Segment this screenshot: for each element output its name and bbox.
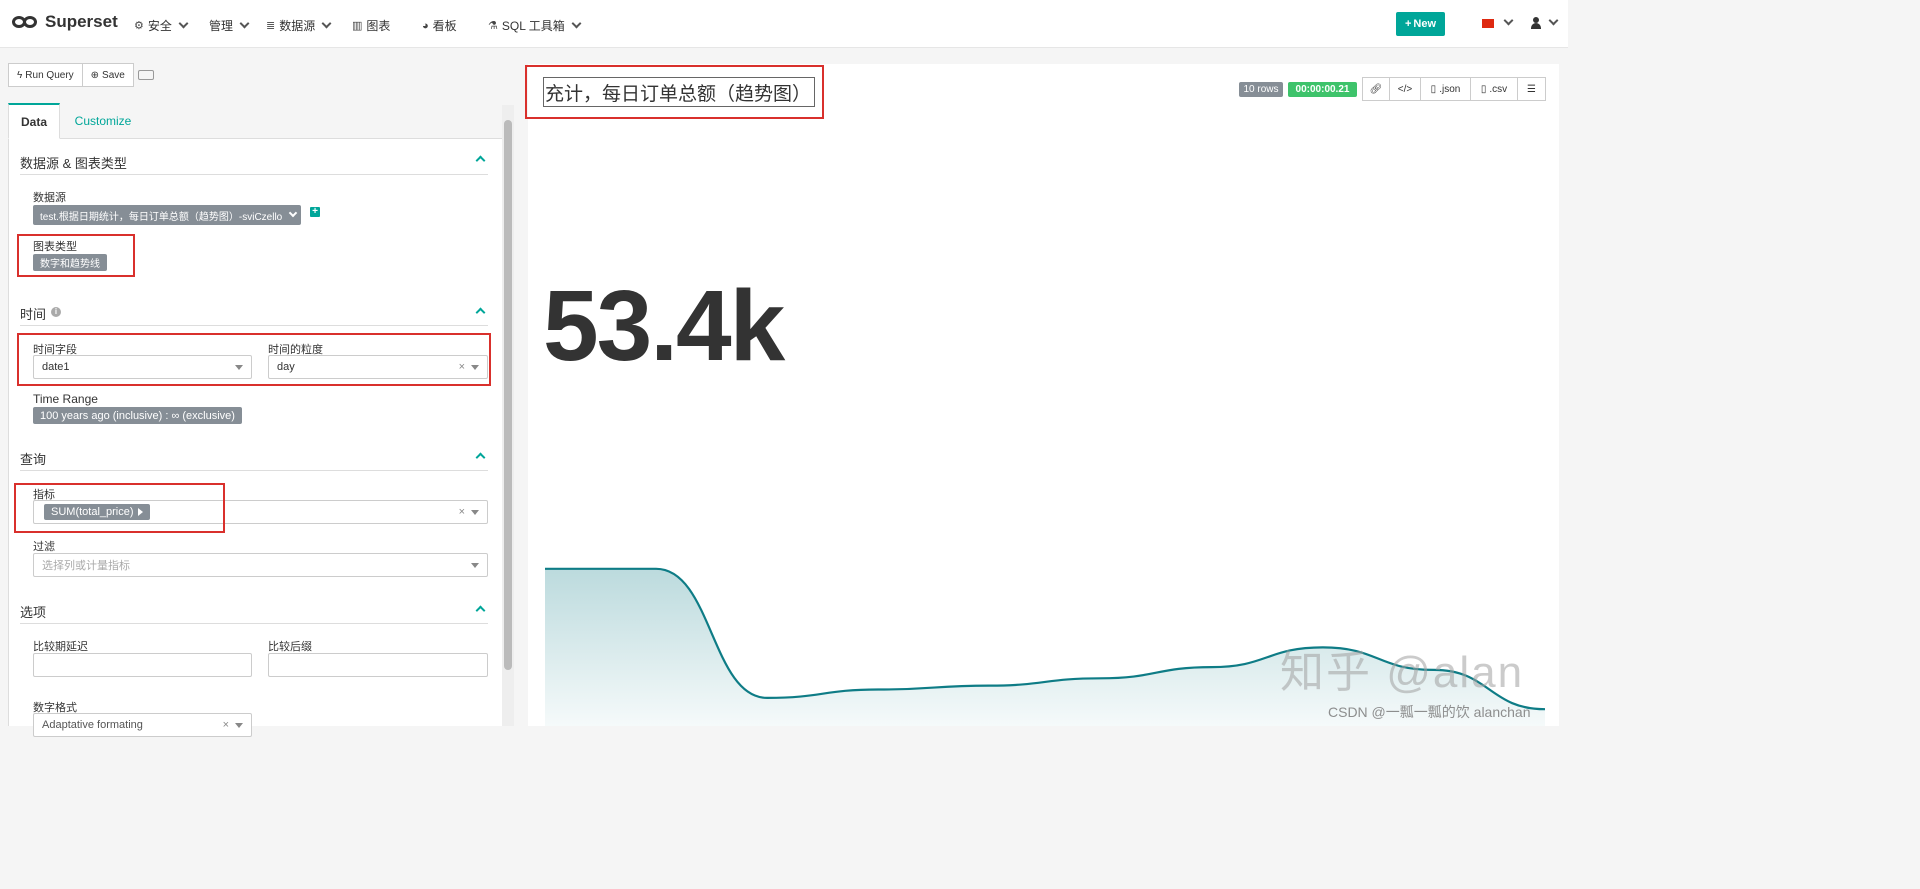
plus-circle-icon: ⊕ — [90, 69, 100, 81]
datasource-select[interactable]: test.根据日期统计，每日订单总额（趋势图）-sviCzello — [33, 205, 301, 225]
brand-name: Superset — [45, 12, 118, 31]
row-count-badge: 10 rows — [1239, 82, 1283, 97]
zhihu-watermark: 知乎 @alan — [1280, 648, 1525, 697]
keyboard-icon[interactable] — [138, 70, 154, 80]
link-icon: 🔗︎ — [1369, 83, 1383, 95]
link-button[interactable]: 🔗︎ — [1362, 77, 1390, 101]
nav-item-label: 管理 — [209, 19, 234, 33]
number-format-select[interactable]: Adaptative formating × — [33, 713, 252, 737]
language-flag-icon[interactable] — [1482, 19, 1494, 28]
nav-item-dashboards[interactable]: ◕ 看板 — [422, 17, 457, 34]
nav-item-charts[interactable]: ▥ 图表 — [352, 17, 390, 34]
export-csv-label: .csv — [1489, 83, 1508, 95]
tab-customize[interactable]: Customize — [70, 103, 136, 139]
compare-lag-label: 比较期延迟 — [33, 641, 88, 653]
run-query-label: Run Query — [25, 69, 74, 81]
save-label: Save — [102, 69, 125, 81]
chevron-down-icon — [321, 18, 332, 29]
nav-item-datasources[interactable]: ≣ 数据源 — [266, 17, 332, 34]
section-divider — [20, 623, 488, 624]
add-datasource-icon[interactable]: + — [310, 207, 320, 217]
section-title-time[interactable]: 时间 — [20, 304, 46, 323]
more-menu-button[interactable]: ☰ — [1518, 77, 1546, 101]
new-button-label: New — [1413, 18, 1437, 30]
big-number-value: 53.4k — [543, 270, 785, 382]
section-title-query[interactable]: 查询 — [20, 449, 46, 468]
export-json-label: .json — [1439, 83, 1461, 95]
datasource-label: 数据源 — [33, 192, 66, 204]
nav-item-label: SQL 工具箱 — [501, 19, 565, 33]
nav-item-sql-lab[interactable]: ⚗ SQL 工具箱 — [488, 17, 582, 34]
number-format-value: Adaptative formating — [42, 719, 143, 731]
csdn-watermark: CSDN @一瓢一瓢的饮 alanchan — [1328, 704, 1531, 720]
clear-icon[interactable]: × — [223, 719, 229, 731]
nav-item-manage[interactable]: 管理 — [209, 17, 250, 34]
query-time-badge: 00:00:00.21 — [1288, 82, 1357, 97]
section-title-datasource[interactable]: 数据源 & 图表类型 — [20, 153, 127, 172]
file-icon: ▯ — [1430, 83, 1437, 95]
section-divider — [20, 325, 488, 326]
control-panel: ϟ Run Query ⊕ Save Data Customize — [0, 50, 514, 726]
clear-icon[interactable]: × — [459, 506, 465, 518]
code-icon: </> — [1397, 83, 1413, 95]
datasource-value: test.根据日期统计，每日订单总额（趋势图）-sviCzello — [40, 211, 283, 223]
nav-item-label: 看板 — [432, 19, 457, 33]
highlight-box — [17, 333, 491, 386]
plus-icon: + — [1404, 18, 1412, 30]
tab-data[interactable]: Data — [8, 103, 60, 139]
highlight-box — [17, 234, 135, 277]
top-navbar: Superset ⚙ 安全 管理 ≣ 数据源 ▥ 图表 ◕ 看板 ⚗ SQL 工… — [0, 0, 1568, 48]
nav-item-label: 图表 — [366, 19, 391, 33]
caret-down-icon — [235, 723, 243, 728]
section-divider — [20, 470, 488, 471]
caret-down-icon — [471, 510, 479, 515]
control-tabs: Data Customize — [8, 103, 502, 139]
flask-icon: ⚗ — [488, 20, 498, 32]
embed-code-button[interactable]: </> — [1390, 77, 1421, 101]
time-range-label: Time Range — [33, 392, 98, 406]
compare-lag-input[interactable] — [33, 653, 252, 677]
compare-suffix-label: 比较后缀 — [268, 641, 312, 653]
superset-logo-icon — [12, 14, 40, 30]
section-title-options[interactable]: 选项 — [20, 602, 46, 621]
caret-down-icon — [471, 563, 479, 568]
chevron-down-icon — [288, 208, 298, 218]
chevron-down-icon — [571, 18, 582, 29]
nav-item-label: 安全 — [147, 19, 172, 33]
database-icon: ≣ — [266, 20, 276, 32]
brand[interactable]: Superset — [12, 12, 118, 32]
dashboard-icon: ◕ — [422, 19, 429, 32]
compare-suffix-input[interactable] — [268, 653, 488, 677]
time-range-select[interactable]: 100 years ago (inclusive) : ∞ (exclusive… — [33, 407, 242, 424]
filter-select[interactable]: 选择列或计量指标 — [33, 553, 488, 577]
run-query-button[interactable]: ϟ Run Query — [8, 63, 83, 87]
cogs-icon: ⚙ — [134, 20, 144, 32]
filter-placeholder: 选择列或计量指标 — [42, 560, 130, 572]
highlight-box — [525, 65, 824, 119]
filter-label: 过滤 — [33, 541, 55, 553]
section-divider — [20, 174, 488, 175]
nav-item-security[interactable]: ⚙ 安全 — [134, 17, 189, 34]
chevron-down-icon — [178, 18, 189, 29]
chart-toolbar: 🔗︎ </> ▯ .json ▯ .csv ☰ — [1362, 77, 1546, 101]
highlight-box — [14, 483, 225, 533]
export-csv-button[interactable]: ▯ .csv — [1471, 77, 1518, 101]
bar-chart-icon: ▥ — [352, 20, 363, 32]
query-button-group: ϟ Run Query ⊕ Save — [8, 63, 134, 87]
export-json-button[interactable]: ▯ .json — [1421, 77, 1471, 101]
new-button[interactable]: + New — [1396, 12, 1445, 36]
nav-item-label: 数据源 — [279, 19, 316, 33]
user-icon[interactable] — [1531, 17, 1541, 29]
chevron-down-icon[interactable] — [1503, 15, 1514, 26]
bolt-icon: ϟ — [17, 69, 23, 81]
chevron-down-icon — [239, 18, 250, 29]
info-icon[interactable]: i — [51, 307, 61, 317]
hamburger-icon: ☰ — [1527, 83, 1536, 95]
file-icon: ▯ — [1480, 83, 1487, 95]
chevron-down-icon[interactable] — [1548, 15, 1559, 26]
scrollbar-thumb[interactable] — [504, 120, 512, 670]
save-button[interactable]: ⊕ Save — [82, 63, 134, 87]
